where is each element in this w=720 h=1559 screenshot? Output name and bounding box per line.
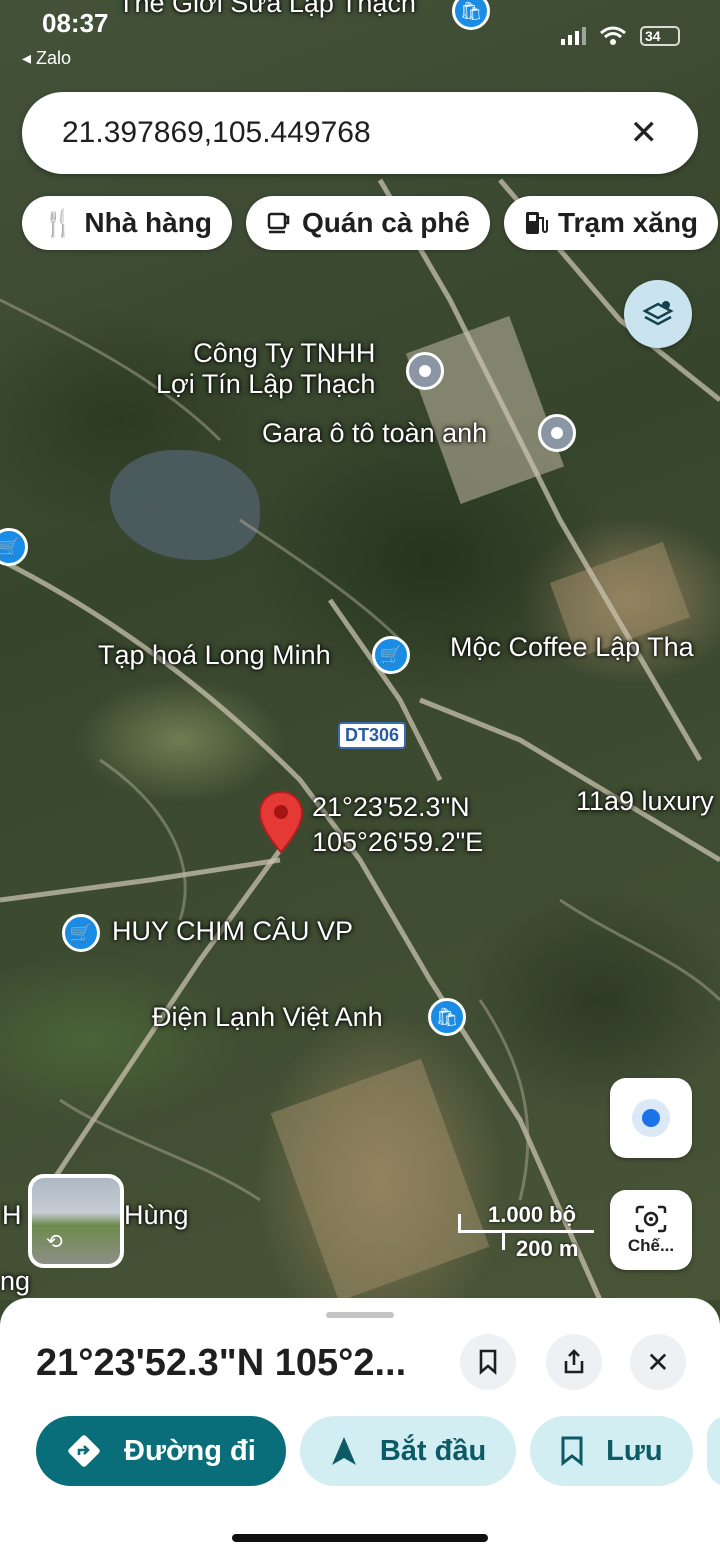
- save-label: Lưu: [606, 1434, 663, 1467]
- gas-station-icon: [525, 212, 548, 234]
- share-icon: [564, 1349, 584, 1374]
- chip-restaurants[interactable]: 🍴 Nhà hàng: [22, 196, 232, 250]
- poi-label-grocery[interactable]: Tạp hoá Long Minh: [98, 640, 331, 671]
- camera-icon: [635, 1205, 667, 1233]
- action-buttons: Đường đi Bắt đầu Lưu: [36, 1416, 720, 1486]
- poi-label-electric[interactable]: Điện Lạnh Việt Anh: [152, 1002, 383, 1033]
- layers-icon: [642, 301, 674, 326]
- close-icon[interactable]: ✕: [630, 113, 659, 153]
- more-actions-button[interactable]: [706, 1416, 720, 1486]
- lens-label: Chế...: [627, 1236, 675, 1255]
- place-bottom-sheet[interactable]: 21°23'52.3"N 105°2... ✕ Đường đi Bắt đầu: [0, 1298, 720, 1559]
- chip-label: Trạm xăng: [557, 207, 699, 238]
- street-view-thumbnail[interactable]: ⟲: [28, 1174, 124, 1268]
- share-button[interactable]: [546, 1334, 602, 1390]
- rotate-360-icon: ⟲: [46, 1231, 63, 1253]
- directions-label: Đường đi: [124, 1434, 256, 1467]
- status-icons: 34: [561, 26, 680, 46]
- layers-button[interactable]: [624, 280, 692, 348]
- directions-icon: [68, 1435, 100, 1467]
- poi-label-top-shop[interactable]: Thế Giới Sữa Lập Thạch: [118, 0, 416, 19]
- scale-feet: 1.000 bộ: [488, 1202, 577, 1227]
- chip-label: Quán cà phê: [301, 207, 470, 238]
- chip-label: Nhà hàng: [84, 207, 212, 238]
- poi-label-partial[interactable]: ng: [0, 1266, 30, 1297]
- scale-tick: [502, 1230, 505, 1250]
- close-icon: ✕: [646, 1346, 670, 1378]
- battery-icon: 34: [640, 26, 680, 46]
- coffee-icon: [267, 212, 290, 234]
- poi-label-partial[interactable]: H: [2, 1200, 22, 1231]
- location-dot-icon: [642, 1109, 660, 1127]
- search-input[interactable]: 21.397869,105.449768: [62, 116, 630, 150]
- lens-button[interactable]: Chế...: [610, 1190, 692, 1270]
- road-shield: DT306: [338, 722, 407, 749]
- scale-bar: [458, 1230, 594, 1233]
- shopping-cart-icon[interactable]: 🛒: [372, 636, 410, 674]
- home-indicator: [232, 1534, 488, 1542]
- start-label: Bắt đầu: [379, 1434, 487, 1467]
- dropped-pin-icon[interactable]: [258, 790, 304, 856]
- pin-latitude: 21°23'52.3"N: [312, 792, 470, 822]
- poi-label-pigeon[interactable]: HUY CHIM CÂU VP: [112, 916, 353, 947]
- scale-tick: [458, 1214, 461, 1232]
- chip-coffee[interactable]: Quán cà phê: [245, 196, 490, 250]
- place-pin-icon[interactable]: [538, 414, 576, 452]
- signal-icon: [561, 27, 586, 45]
- category-chips: 🍴 Nhà hàng Quán cà phê Trạm xăng: [22, 196, 719, 250]
- back-arrow-icon: ◂: [22, 48, 37, 68]
- pin-coordinates-label: 21°23'52.3"N 105°26'59.2"E: [312, 790, 483, 860]
- place-pin-icon[interactable]: [406, 352, 444, 390]
- status-time: 08:37: [42, 8, 109, 38]
- poi-label-hung[interactable]: Hùng: [124, 1200, 189, 1231]
- poi-label-coffee[interactable]: Mộc Coffee Lập Tha: [450, 632, 694, 663]
- poi-label-luxury[interactable]: 11a9 luxury: [576, 786, 714, 817]
- my-location-button[interactable]: [610, 1078, 692, 1158]
- shopping-bag-icon[interactable]: 🛍: [428, 998, 466, 1036]
- back-to-app[interactable]: ◂ Zalo: [22, 48, 71, 69]
- directions-button[interactable]: Đường đi: [36, 1416, 286, 1486]
- shopping-cart-icon[interactable]: 🛒: [62, 914, 100, 952]
- save-button[interactable]: Lưu: [530, 1416, 693, 1486]
- start-navigation-button[interactable]: Bắt đầu: [299, 1416, 517, 1486]
- restaurant-icon: 🍴: [42, 207, 75, 238]
- wifi-icon: [600, 26, 626, 45]
- search-bar[interactable]: 21.397869,105.449768 ✕: [22, 92, 698, 174]
- pin-longitude: 105°26'59.2"E: [312, 827, 484, 858]
- save-bookmark-button[interactable]: [460, 1334, 516, 1390]
- back-app-label: Zalo: [36, 48, 72, 68]
- poi-label-company[interactable]: Công Ty TNHH Lợi Tín Lập Thạch: [156, 338, 375, 400]
- navigation-arrow-icon: [331, 1437, 356, 1465]
- chip-gas-station[interactable]: Trạm xăng: [503, 196, 719, 250]
- close-sheet-button[interactable]: ✕: [630, 1334, 686, 1390]
- bookmark-icon: [561, 1436, 583, 1467]
- sheet-grabber[interactable]: [326, 1312, 394, 1318]
- bookmark-icon: [479, 1349, 497, 1375]
- poi-label-garage[interactable]: Gara ô tô toàn anh: [262, 418, 487, 449]
- place-title: 21°23'52.3"N 105°2...: [36, 1342, 407, 1384]
- scale-meters: 200 m: [516, 1236, 579, 1261]
